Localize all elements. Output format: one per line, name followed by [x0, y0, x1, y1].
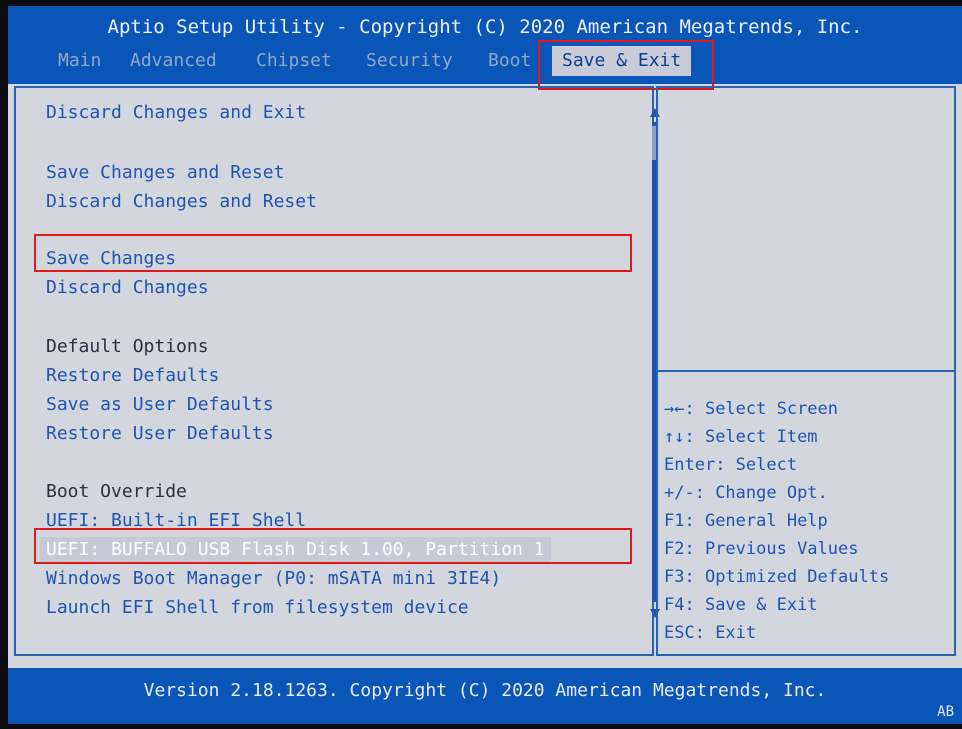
help-divider — [658, 370, 954, 372]
help-f2: F2: Previous Values — [664, 539, 859, 559]
help-change-opt: +/-: Change Opt. — [664, 483, 828, 503]
header-bar: Aptio Setup Utility - Copyright (C) 2020… — [8, 6, 962, 84]
version-text: Version 2.18.1263. Copyright (C) 2020 Am… — [143, 680, 827, 701]
menu-windows-boot-manager[interactable]: Windows Boot Manager (P0: mSATA mini 3IE… — [46, 568, 501, 590]
help-select-item: ↑↓: Select Item — [664, 427, 818, 447]
tab-boot[interactable]: Boot — [488, 46, 531, 76]
menu-save-user-defaults[interactable]: Save as User Defaults — [46, 394, 274, 416]
help-select-screen: →←: Select Screen — [664, 399, 839, 419]
save-changes-highlight-box — [34, 234, 632, 272]
help-f3: F3: Optimized Defaults — [664, 567, 890, 587]
help-panel: →←: Select Screen ↑↓: Select Item Enter:… — [656, 86, 956, 656]
corner-badge: AB — [937, 704, 954, 720]
menu-restore-defaults[interactable]: Restore Defaults — [46, 365, 219, 387]
tab-advanced[interactable]: Advanced — [130, 46, 217, 76]
footer-bar: Version 2.18.1263. Copyright (C) 2020 Am… — [8, 668, 962, 724]
menu-launch-efi-shell-fs[interactable]: Launch EFI Shell from filesystem device — [46, 597, 469, 619]
help-esc: ESC: Exit — [664, 623, 757, 643]
menu-panel: Discard Changes and Exit Save Changes an… — [14, 86, 654, 656]
menu-restore-user-defaults[interactable]: Restore User Defaults — [46, 423, 274, 445]
bios-screen: Aptio Setup Utility - Copyright (C) 2020… — [8, 6, 962, 724]
app-title: Aptio Setup Utility - Copyright (C) 2020… — [107, 16, 863, 38]
help-f1: F1: General Help — [664, 511, 828, 531]
menu-discard-changes-reset[interactable]: Discard Changes and Reset — [46, 191, 317, 213]
help-f4: F4: Save & Exit — [664, 595, 818, 615]
menu-discard-changes-exit[interactable]: Discard Changes and Exit — [46, 102, 306, 124]
menu-discard-changes[interactable]: Discard Changes — [46, 277, 209, 299]
menu-save-changes-reset[interactable]: Save Changes and Reset — [46, 162, 284, 184]
section-boot-override: Boot Override — [46, 481, 187, 502]
tab-highlight-box — [538, 40, 714, 90]
tab-main[interactable]: Main — [58, 46, 101, 76]
tab-security[interactable]: Security — [366, 46, 453, 76]
help-enter: Enter: Select — [664, 455, 798, 475]
tab-chipset[interactable]: Chipset — [256, 46, 332, 76]
section-default-options: Default Options — [46, 336, 209, 357]
buffalo-usb-highlight-box — [34, 528, 632, 564]
